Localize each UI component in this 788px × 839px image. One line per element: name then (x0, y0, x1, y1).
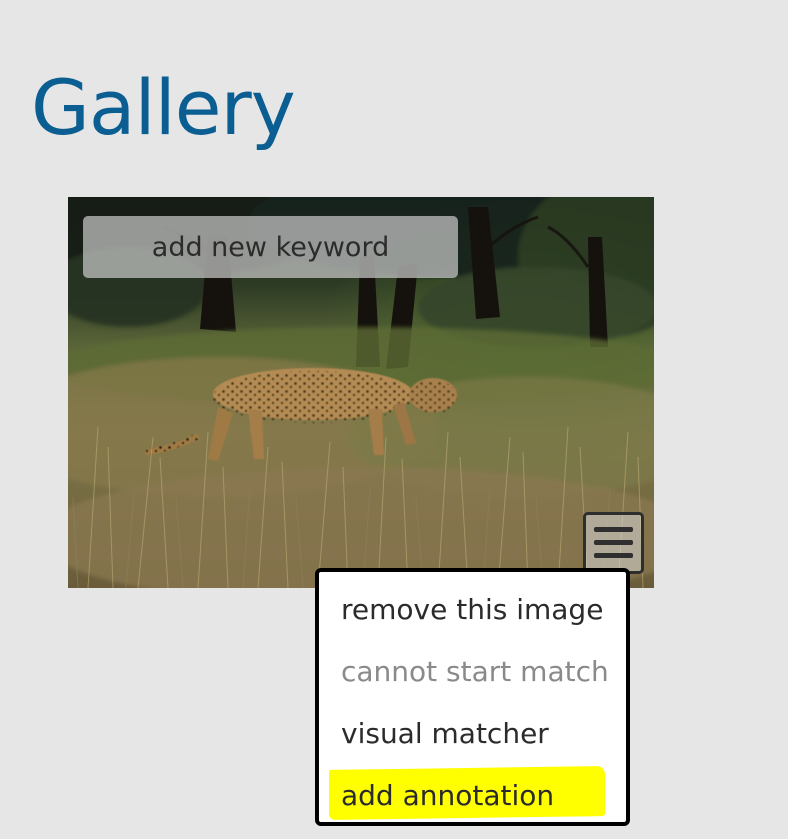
menu-item-visual-matcher[interactable]: visual matcher (341, 714, 549, 754)
menu-item-start-match: cannot start match (341, 655, 609, 688)
menu-item-add-annotation[interactable]: add annotation (341, 776, 554, 816)
page-title: Gallery (31, 63, 296, 152)
image-menu-button[interactable] (583, 512, 644, 574)
keyword-input[interactable] (83, 216, 458, 278)
hamburger-menu-icon (594, 527, 633, 532)
menu-item-remove-image[interactable]: remove this image (341, 590, 603, 630)
image-context-menu: remove this image cannot start match vis… (315, 568, 630, 826)
